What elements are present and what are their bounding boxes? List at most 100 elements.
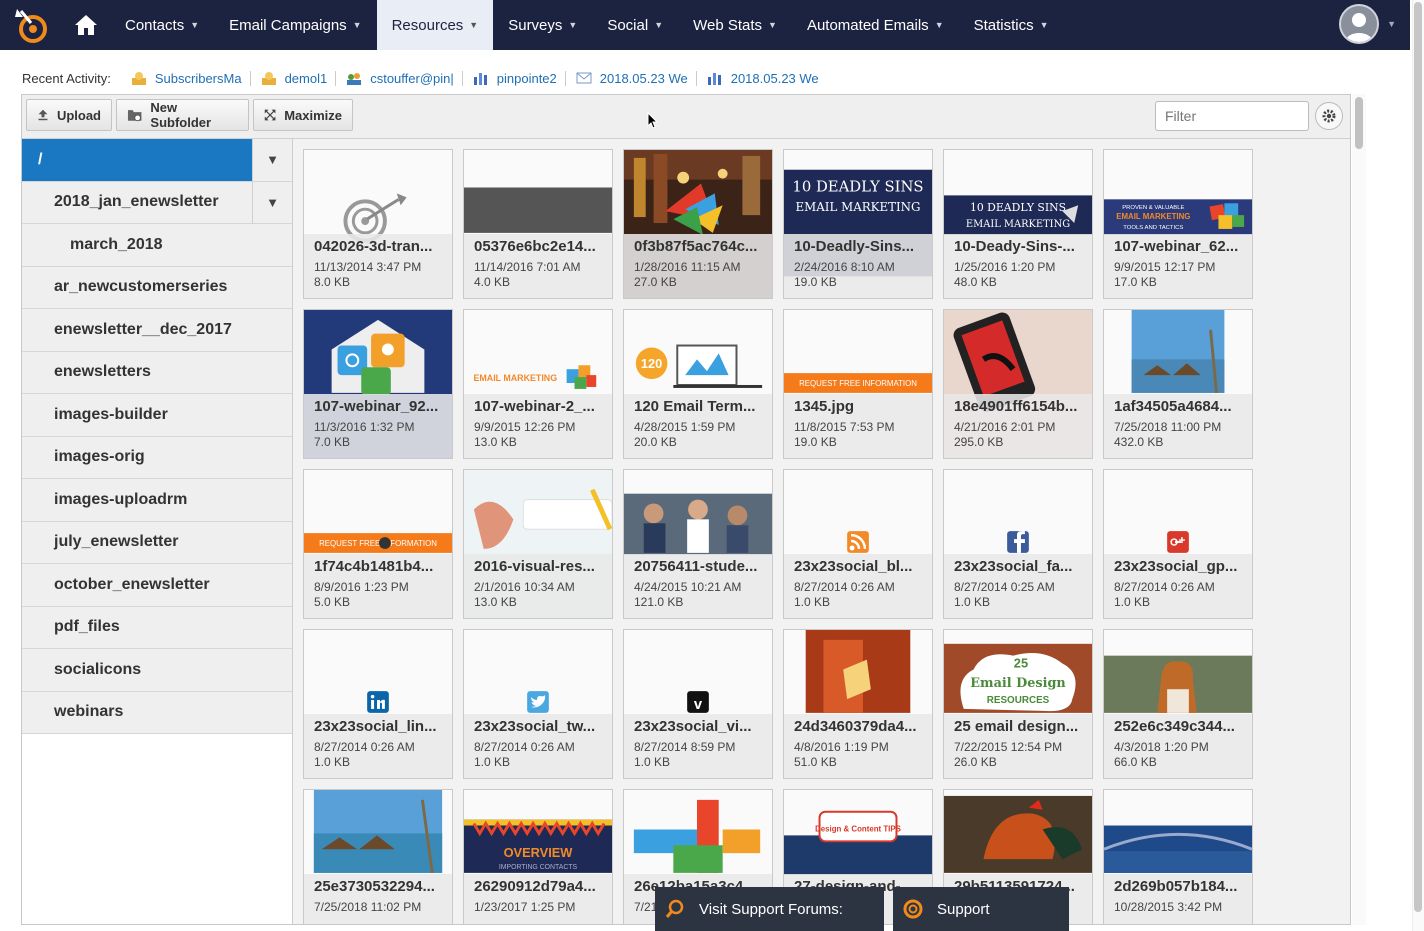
folder-item[interactable]: 2018_jan_enewsletter ▼ (22, 181, 292, 224)
nav-surveys[interactable]: Surveys ▼ (493, 0, 592, 50)
nav-statistics[interactable]: Statistics ▼ (959, 0, 1064, 50)
file-meta: 107-webinar_92... 11/3/2016 1:32 PM 7.0 KB (304, 394, 452, 458)
file-name: 0f3b87f5ac764c... (634, 238, 758, 255)
file-card[interactable]: PROVEN & VALUABLE EMAIL MARKETING TOOLS AN… (1103, 149, 1253, 299)
contacts-group-icon (347, 73, 362, 85)
folder-item[interactable]: socialicons (22, 649, 292, 692)
file-card[interactable]: 252e6c349c344... 4/3/2018 1:20 PM 66.0 KB (1103, 629, 1253, 779)
file-card[interactable]: 20756411-stude... 4/24/2015 10:21 AM 121.0… (623, 469, 773, 619)
file-card[interactable]: 23x23social_bl... 8/27/2014 0:26 AM 1.0 KB (783, 469, 933, 619)
nav-resources[interactable]: Resources ▼ (376, 0, 494, 50)
file-date: 9/9/2015 12:17 PM (1114, 260, 1216, 274)
file-size: 1.0 KB (474, 755, 511, 769)
folder-name: webinars (54, 703, 124, 721)
svg-text:TOOLS AND TACTICS: TOOLS AND TACTICS (1123, 225, 1183, 231)
file-card[interactable]: 042026-3d-tran... 11/13/2014 3:47 PM 8.0 K… (303, 149, 453, 299)
folder-item[interactable]: enewsletters (22, 351, 292, 394)
grid-scrollbar-thumb[interactable] (1355, 97, 1363, 149)
file-card[interactable]: 0f3b87f5ac764c... 1/28/2016 11:15 AM 27.0 … (623, 149, 773, 299)
file-date: 4/24/2015 10:21 AM (634, 580, 742, 594)
file-card[interactable]: 10 DEADLY SINS EMAIL MARKETING 10-Deady-Si… (943, 149, 1093, 299)
file-card[interactable]: 25e3730532294... 7/25/2018 11:02 PM (303, 789, 453, 924)
svg-text:IMPORTING CONTACTS: IMPORTING CONTACTS (499, 864, 578, 871)
file-card[interactable]: EMAIL MARKETING 107-webinar-2_... 9/9/2015… (463, 309, 613, 459)
folder-item[interactable]: / ▼ (22, 139, 292, 182)
recent-item[interactable]: 2018.05.23 We (576, 70, 697, 86)
folder-name: socialicons (54, 660, 142, 678)
folder-item[interactable]: october_enewsletter (22, 564, 292, 607)
recent-item[interactable]: 2018.05.23 We (707, 71, 827, 86)
file-card[interactable]: 10 DEADLY SINS EMAIL MARKETING 10-Deadly-S… (783, 149, 933, 299)
file-card[interactable]: 25 Email Design RESOURCES 25 email design..… (943, 629, 1093, 779)
filter-input[interactable] (1155, 101, 1309, 131)
file-meta: 120 Email Term... 4/28/2015 1:59 PM 20.0 K… (624, 394, 772, 458)
file-card[interactable]: 23x23social_fa... 8/27/2014 0:25 AM 1.0 KB (943, 469, 1093, 619)
avatar[interactable] (1339, 4, 1380, 44)
file-card[interactable]: 1af34505a4684... 7/25/2018 11:00 PM 432.0 … (1103, 309, 1253, 459)
file-meta: 10-Deadly-Sins... 2/24/2016 8:10 AM 19.0 K… (784, 234, 932, 298)
upload-button[interactable]: Upload (26, 99, 112, 131)
file-card[interactable]: 120 120 Email Term... 4/28/2015 1:59 PM 20.… (623, 309, 773, 459)
file-date: 11/3/2016 1:32 PM (314, 420, 415, 434)
folder-item[interactable]: march_2018 (22, 224, 292, 267)
page-scrollbar-thumb[interactable] (1414, 2, 1422, 912)
recent-item[interactable]: cstouffer@pin| (346, 70, 463, 86)
file-card[interactable]: 2d269b057b184... 10/28/2015 3:42 PM (1103, 789, 1253, 924)
file-size: 4.0 KB (474, 275, 511, 289)
folder-name: 2018_jan_enewsletter (54, 193, 219, 211)
file-card[interactable]: v 23x23social_vi... 8/27/2014 8:59 PM 1.0 K… (623, 629, 773, 779)
folder-item[interactable]: pdf_files (22, 606, 292, 649)
folder-item[interactable]: images-orig (22, 436, 292, 479)
svg-text:120: 120 (641, 356, 662, 371)
new-subfolder-button[interactable]: New Subfolder (116, 99, 249, 131)
file-name: 120 Email Term... (634, 398, 756, 415)
gear-icon[interactable] (1315, 102, 1343, 130)
nav-email-campaigns[interactable]: Email Campaigns ▼ (214, 0, 376, 50)
user-menu[interactable]: ▼ (1339, 4, 1396, 44)
expand-toggle-icon[interactable]: ▼ (252, 181, 292, 223)
file-card[interactable]: REQUEST FREE INFORMATION 1f74c4b1481b4...… (303, 469, 453, 619)
file-card[interactable]: 05376e6bc2e14... 11/14/2016 7:01 AM 4.0 KB (463, 149, 613, 299)
upload-icon (38, 109, 48, 121)
svg-text:OVERVIEW: OVERVIEW (504, 845, 574, 860)
support-forums-button[interactable]: Visit Support Forums: (655, 887, 884, 931)
nav-contacts[interactable]: Contacts ▼ (110, 0, 214, 50)
file-card[interactable]: 23x23social_lin... 8/27/2014 0:26 AM 1.0 K… (303, 629, 453, 779)
nav-social[interactable]: Social ▼ (592, 0, 678, 50)
file-date: 2/24/2016 8:10 AM (794, 260, 895, 274)
file-card[interactable]: 18e4901ff6154b... 4/21/2016 2:01 PM 295.0 … (943, 309, 1093, 459)
folder-item[interactable]: webinars (22, 691, 292, 734)
nav-web-stats[interactable]: Web Stats ▼ (678, 0, 792, 50)
folder-item[interactable]: images-uploadrm (22, 479, 292, 522)
file-name: 25 email design... (954, 718, 1079, 735)
file-card[interactable]: 23x23social_gp... 8/27/2014 0:26 AM 1.0 KB (1103, 469, 1253, 619)
recent-item[interactable]: demol1 (261, 70, 337, 86)
maximize-button[interactable]: Maximize (253, 99, 353, 131)
recent-item[interactable]: SubscribersMa (131, 70, 251, 86)
file-card[interactable]: 23x23social_tw... 8/27/2014 0:26 AM 1.0 KB (463, 629, 613, 779)
file-date: 8/27/2014 8:59 PM (634, 740, 736, 754)
file-date: 1/25/2016 1:20 PM (954, 260, 1056, 274)
support-button[interactable]: Support (893, 887, 1069, 931)
file-card[interactable]: 107-webinar_92... 11/3/2016 1:32 PM 7.0 KB (303, 309, 453, 459)
folder-item[interactable]: enewsletter__dec_2017 (22, 309, 292, 352)
folder-item[interactable]: images-builder (22, 394, 292, 437)
file-meta: 20756411-stude... 4/24/2015 10:21 AM 121.0… (624, 554, 772, 618)
recent-item[interactable]: pinpointe2 (473, 70, 566, 86)
folder-item[interactable]: ar_newcustomerseries (22, 266, 292, 309)
svg-text:REQUEST FREE INFORMATION: REQUEST FREE INFORMATION (799, 379, 917, 388)
expand-toggle-icon[interactable]: ▼ (252, 139, 292, 181)
home-icon[interactable] (62, 0, 110, 50)
file-card[interactable]: OVERVIEW IMPORTING CONTACTS 26290912d79a4.… (463, 789, 613, 924)
file-date: 8/27/2014 0:26 AM (314, 740, 415, 754)
nav-automated-emails[interactable]: Automated Emails ▼ (792, 0, 959, 50)
caret-down-icon: ▼ (190, 20, 200, 30)
file-name: 23x23social_bl... (794, 558, 913, 575)
file-card[interactable]: 24d3460379da4... 4/8/2016 1:19 PM 51.0 KB (783, 629, 933, 779)
grid-scrollbar[interactable] (1352, 94, 1366, 925)
caret-down-icon: ▼ (1387, 19, 1396, 29)
file-card[interactable]: 2016-visual-res... 2/1/2016 10:34 AM 13.0 … (463, 469, 613, 619)
folder-item[interactable]: july_enewsletter (22, 521, 292, 564)
file-card[interactable]: REQUEST FREE INFORMATION 1345.jpg 11/8/201… (783, 309, 933, 459)
logo-icon[interactable] (0, 0, 62, 50)
